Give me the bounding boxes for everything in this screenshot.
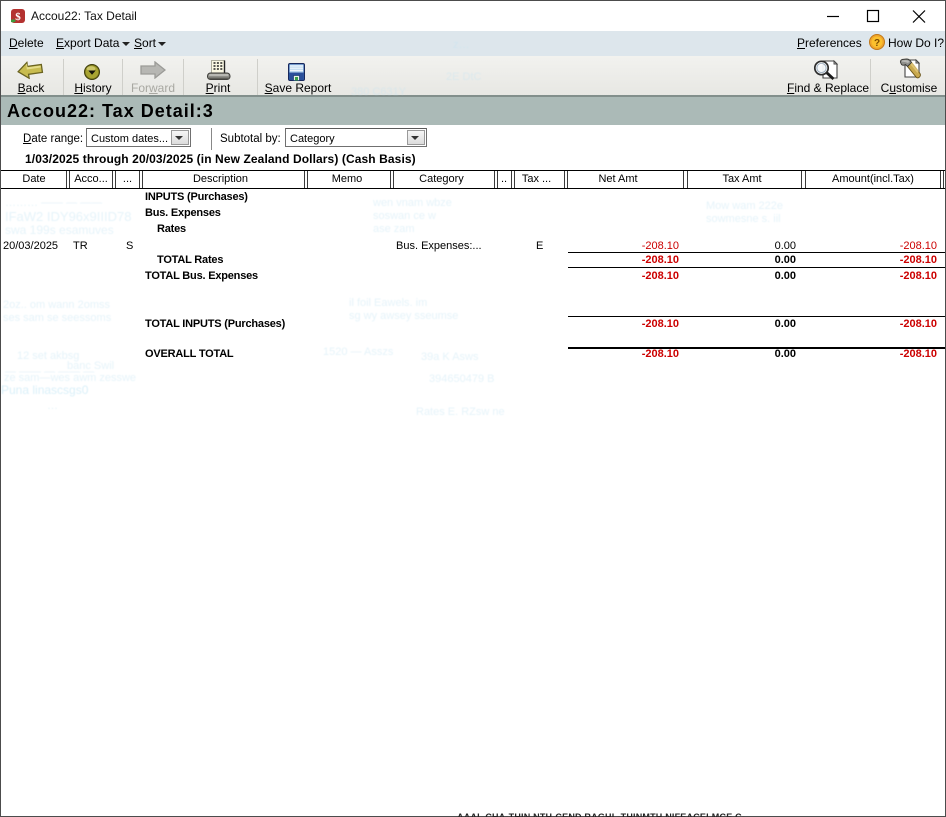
svg-text:$: $	[15, 11, 21, 23]
svg-text:?: ?	[874, 38, 880, 49]
